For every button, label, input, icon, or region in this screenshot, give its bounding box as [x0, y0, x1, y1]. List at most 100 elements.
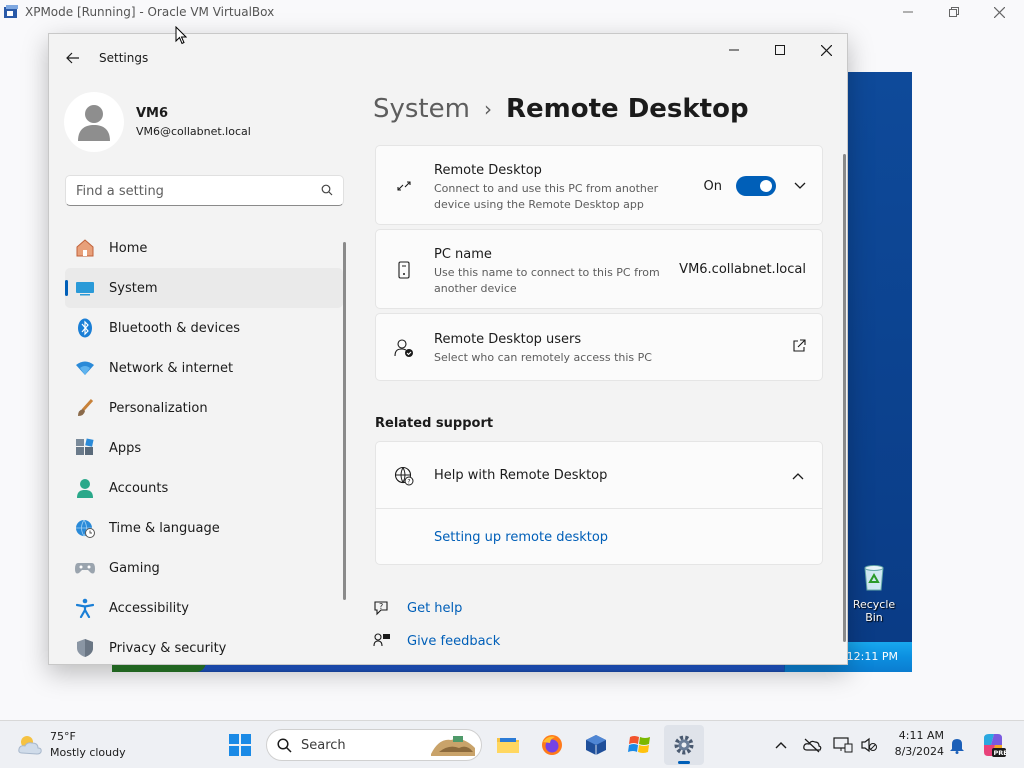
volume-tray-icon[interactable] — [858, 734, 880, 756]
maximize-button[interactable] — [757, 34, 803, 66]
remote-desktop-toggle[interactable] — [736, 176, 776, 196]
notification-button[interactable] — [946, 734, 968, 756]
profile-email: VM6@collabnet.local — [136, 125, 251, 138]
taskbar-clock[interactable]: 4:11 AM 8/3/2024 — [884, 729, 944, 758]
chevron-down-icon[interactable] — [794, 182, 806, 190]
close-icon — [820, 44, 832, 56]
start-button[interactable] — [220, 725, 260, 765]
give-feedback-link[interactable]: Give feedback — [373, 632, 500, 650]
remote-desktop-users-card[interactable]: Remote Desktop users Select who can remo… — [375, 313, 823, 381]
rd-users-title: Remote Desktop users — [434, 332, 582, 347]
help-title: Help with Remote Desktop — [434, 468, 608, 483]
search-icon — [277, 738, 292, 753]
setting-up-remote-desktop-link[interactable]: Setting up remote desktop — [434, 530, 608, 545]
remote-desktop-card[interactable]: Remote Desktop Connect to and use this P… — [375, 145, 823, 225]
settings-search[interactable] — [65, 175, 344, 206]
chevron-up-icon[interactable] — [792, 472, 804, 480]
pc-tower-icon — [398, 261, 410, 279]
bell-icon — [950, 739, 964, 754]
minimize-icon — [729, 49, 739, 51]
sidebar-item-time-language[interactable]: Time & language — [65, 508, 343, 548]
sidebar-item-label: Time & language — [109, 520, 220, 536]
weather-temperature: 75°F — [50, 730, 76, 743]
help-card: ? Help with Remote Desktop Setting up re… — [375, 441, 823, 565]
sidebar-item-gaming[interactable]: Gaming — [65, 548, 343, 588]
sidebar-item-network[interactable]: Network & internet — [65, 348, 343, 388]
virtualbox-button[interactable] — [576, 725, 616, 765]
show-hidden-icons-button[interactable] — [770, 734, 792, 756]
host-minimize-button[interactable] — [885, 0, 931, 24]
virtualbox-titlebar: XPMode [Running] - Oracle VM VirtualBox — [0, 0, 1024, 24]
search-icon — [321, 184, 333, 196]
gear-icon — [674, 735, 694, 755]
feedback-icon — [373, 633, 390, 647]
sidebar-item-label: Home — [109, 240, 148, 256]
pc-name-desc: Use this name to connect to this PC from… — [434, 266, 660, 295]
windows-taskbar: 75°F Mostly cloudy Search 4:11 AM 8/3/20… — [0, 720, 1024, 768]
copilot-icon: PRE — [984, 734, 1006, 757]
host-restore-button[interactable] — [931, 0, 977, 24]
close-button[interactable] — [803, 34, 847, 66]
recycle-bin-icon — [864, 565, 884, 591]
cloudy-weather-icon — [18, 736, 42, 755]
brush-icon — [75, 398, 95, 418]
sidebar-item-label: Accessibility — [109, 600, 189, 616]
sidebar-item-bluetooth[interactable]: Bluetooth & devices — [65, 308, 343, 348]
search-input[interactable] — [76, 182, 311, 200]
profile-name: VM6 — [136, 106, 169, 121]
search-label: Search — [301, 738, 346, 753]
virtualbox-icon — [586, 735, 606, 755]
sidebar-item-accessibility[interactable]: Accessibility — [65, 588, 343, 628]
content-scrollbar[interactable] — [843, 154, 846, 642]
network-monitor-icon — [833, 737, 853, 753]
mouse-cursor-icon — [175, 26, 187, 45]
sidebar-item-label: Bluetooth & devices — [109, 320, 240, 336]
system-icon — [75, 278, 95, 298]
search-highlight-image-icon — [431, 736, 475, 756]
sidebar-item-system[interactable]: System — [65, 268, 343, 308]
weather-widget[interactable]: 75°F Mostly cloudy — [16, 729, 156, 761]
user-profile[interactable]: VM6 VM6@collabnet.local — [64, 92, 364, 152]
sidebar-item-privacy[interactable]: Privacy & security — [65, 628, 343, 664]
sidebar-item-home[interactable]: Home — [65, 228, 343, 268]
help-card-header[interactable]: ? Help with Remote Desktop — [376, 442, 822, 509]
bluetooth-icon — [75, 318, 95, 338]
apps-icon — [75, 438, 95, 458]
recycle-bin-label: Recycle Bin — [852, 598, 896, 624]
sidebar-item-accounts[interactable]: Accounts — [65, 468, 343, 508]
pc-name-title: PC name — [434, 247, 492, 262]
remote-desktop-icon — [397, 181, 411, 191]
sidebar-item-label: Network & internet — [109, 360, 234, 376]
host-close-button[interactable] — [976, 0, 1022, 24]
rd-users-desc: Select who can remotely access this PC — [434, 351, 652, 364]
settings-title: Settings — [99, 51, 149, 65]
pc-name-card: PC name Use this name to connect to this… — [375, 229, 823, 309]
user-avatar-icon — [78, 105, 110, 141]
settings-taskbar-button[interactable] — [664, 725, 704, 765]
xp-mode-button[interactable] — [620, 725, 660, 765]
firefox-icon — [542, 735, 562, 755]
sidebar-item-label: Gaming — [109, 560, 160, 576]
taskbar-search[interactable]: Search — [266, 729, 482, 761]
clock-time: 4:11 AM — [898, 729, 944, 742]
firefox-button[interactable] — [532, 725, 572, 765]
remote-desktop-desc: Connect to and use this PC from another … — [434, 182, 659, 211]
sidebar-item-apps[interactable]: Apps — [65, 428, 343, 468]
clock-date: 8/3/2024 — [894, 745, 944, 758]
sidebar-item-personalization[interactable]: Personalization — [65, 388, 343, 428]
file-explorer-button[interactable] — [488, 725, 528, 765]
globe-help-icon: ? — [394, 466, 414, 486]
network-tray-icon[interactable] — [832, 734, 854, 756]
sidebar-scrollbar[interactable] — [343, 242, 346, 600]
get-help-link[interactable]: ? Get help — [373, 599, 462, 617]
gamepad-icon — [75, 558, 95, 578]
back-button[interactable] — [59, 44, 87, 72]
copilot-button[interactable]: PRE — [980, 732, 1006, 758]
breadcrumb-parent[interactable]: System — [373, 94, 470, 124]
onedrive-tray-icon[interactable] — [801, 734, 823, 756]
minimize-button[interactable] — [711, 34, 757, 66]
settings-window: Settings VM6 VM6@collabnet.local Home — [48, 33, 848, 665]
breadcrumb-separator: › — [483, 97, 492, 121]
xp-recycle-bin[interactable]: Recycle Bin — [844, 560, 904, 624]
get-help-label: Get help — [407, 600, 463, 616]
